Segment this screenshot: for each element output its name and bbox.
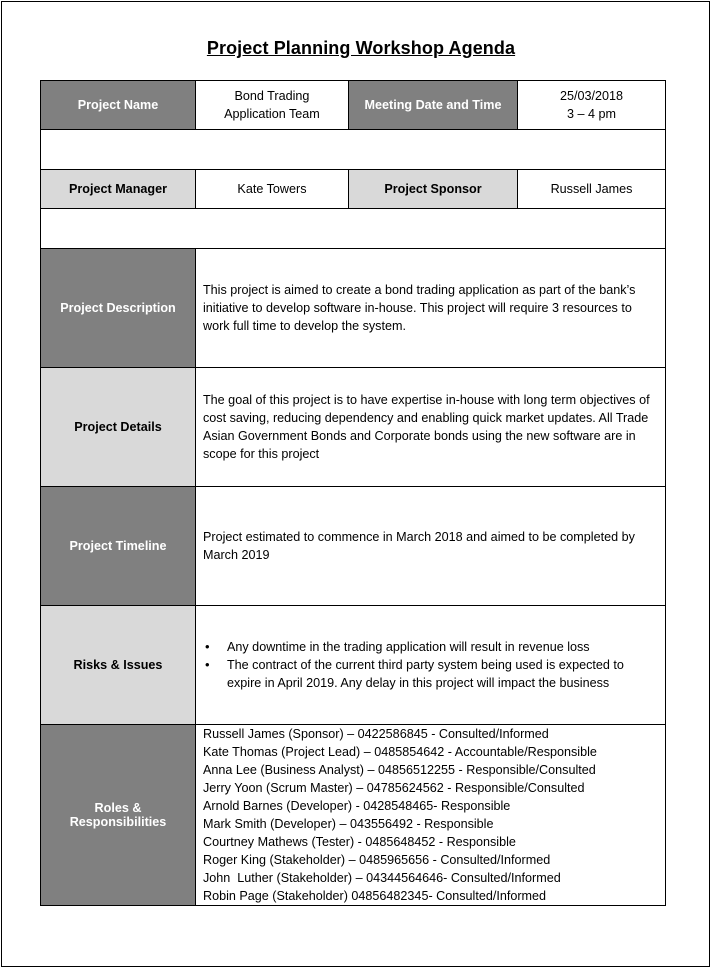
roles-label-line2: Responsibilities xyxy=(69,815,167,829)
risk-item: The contract of the current third party … xyxy=(205,656,658,692)
project-name-value: Bond Trading Application Team xyxy=(194,80,349,130)
timeline-row: Project Timeline Project estimated to co… xyxy=(40,486,667,606)
role-item: Courtney Mathews (Tester) - 0485648452 -… xyxy=(202,835,516,849)
spacer-cell xyxy=(40,208,666,249)
role-item: John Luther (Stakeholder) – 04344564646-… xyxy=(202,871,561,885)
roles-row: Roles & Responsibilities Russell James (… xyxy=(40,724,667,906)
roles-list: Russell James (Sponsor) – 0422586845 - C… xyxy=(194,724,667,906)
project-timeline-label: Project Timeline xyxy=(40,486,196,606)
project-manager-label: Project Manager xyxy=(40,169,196,209)
project-sponsor-value: Russell James xyxy=(517,169,666,209)
risks-issues-label: Risks & Issues xyxy=(40,605,196,725)
agenda-table: Project Name Bond Trading Application Te… xyxy=(40,80,667,906)
document-title: Project Planning Workshop Agenda xyxy=(206,38,516,58)
project-description-label: Project Description xyxy=(40,248,196,368)
meeting-time: 3 – 4 pm xyxy=(567,107,617,121)
role-item: Arnold Barnes (Developer) - 0428548465- … xyxy=(202,799,511,813)
project-details-label: Project Details xyxy=(40,367,196,487)
details-row: Project Details The goal of this project… xyxy=(40,367,667,487)
role-item: Mark Smith (Developer) – 043556492 - Res… xyxy=(202,817,494,831)
role-item: Robin Page (Stakeholder) 04856482345- Co… xyxy=(202,889,547,903)
description-row: Project Description This project is aime… xyxy=(40,248,667,368)
role-item: Anna Lee (Business Analyst) – 0485651225… xyxy=(202,763,596,777)
project-name-line1: Bond Trading xyxy=(234,89,310,103)
roles-label-line1: Roles & xyxy=(94,801,142,815)
spacer-row xyxy=(40,129,666,170)
project-timeline-text: Project estimated to commence in March 2… xyxy=(194,486,667,606)
spacer-row xyxy=(40,208,666,249)
spacer-cell xyxy=(40,129,666,170)
risks-issues-cell: Any downtime in the trading application … xyxy=(194,605,667,725)
project-description-text: This project is aimed to create a bond t… xyxy=(194,248,667,368)
header-row: Project Name Bond Trading Application Te… xyxy=(40,80,666,130)
project-manager-value: Kate Towers xyxy=(194,169,349,209)
risk-item: Any downtime in the trading application … xyxy=(205,638,658,656)
meeting-date-value: 25/03/2018 3 – 4 pm xyxy=(517,80,666,130)
role-item: Roger King (Stakeholder) – 0485965656 - … xyxy=(202,853,551,867)
roles-responsibilities-label: Roles & Responsibilities xyxy=(40,724,196,906)
project-sponsor-label: Project Sponsor xyxy=(347,169,519,209)
risks-list: Any downtime in the trading application … xyxy=(203,638,658,692)
project-details-text: The goal of this project is to have expe… xyxy=(194,367,667,487)
meeting-date: 25/03/2018 xyxy=(560,89,624,103)
role-item: Kate Thomas (Project Lead) – 0485854642 … xyxy=(202,745,597,759)
meeting-date-label: Meeting Date and Time xyxy=(347,80,519,130)
people-row: Project Manager Kate Towers Project Spon… xyxy=(40,169,666,209)
project-name-line2: Application Team xyxy=(224,107,320,121)
role-item: Russell James (Sponsor) – 0422586845 - C… xyxy=(202,727,549,741)
project-name-label: Project Name xyxy=(40,80,196,130)
risks-row: Risks & Issues Any downtime in the tradi… xyxy=(40,605,667,725)
role-item: Jerry Yoon (Scrum Master) – 04785624562 … xyxy=(202,781,585,795)
